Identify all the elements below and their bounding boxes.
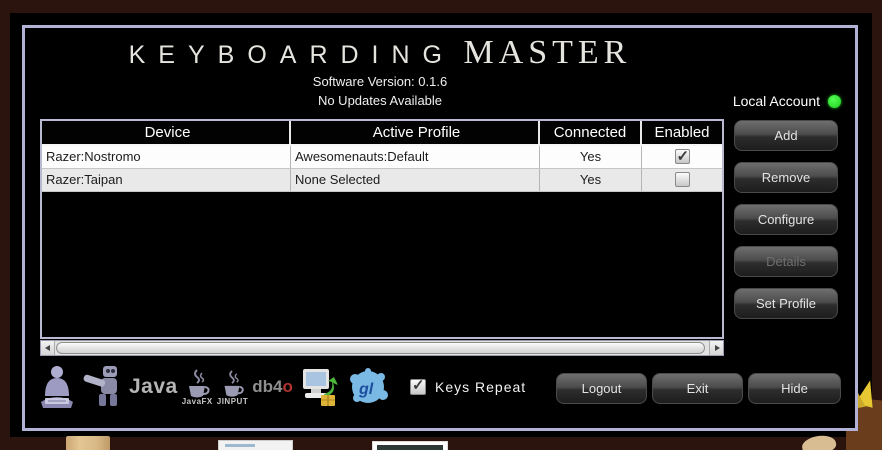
gl-logo-text: gl <box>358 381 374 398</box>
column-header-device[interactable]: Device <box>42 121 291 144</box>
enabled-checkbox-unchecked-icon[interactable] <box>674 172 690 187</box>
background-window-fragment[interactable] <box>372 441 448 450</box>
db4o-logo: db4o <box>252 377 293 397</box>
connected-cell: Yes <box>540 146 642 168</box>
scroll-right-arrow[interactable] <box>709 341 723 355</box>
column-header-active-profile[interactable]: Active Profile <box>291 121 540 144</box>
connected-cell: Yes <box>540 169 642 191</box>
app-title-word1: KEYBOARDING <box>128 41 455 69</box>
table-row[interactable]: Razer:Taipan None Selected Yes <box>42 169 722 192</box>
background-window-fragment[interactable] <box>218 440 293 450</box>
keys-repeat-checkbox-checked-icon[interactable] <box>410 376 426 395</box>
add-button[interactable]: Add <box>734 120 838 151</box>
table-row[interactable]: Razer:Nostromo Awesomenauts:Default Yes <box>42 146 722 169</box>
robot-mascot-icon <box>83 362 125 412</box>
remove-button[interactable]: Remove <box>734 162 838 193</box>
column-header-enabled[interactable]: Enabled <box>642 121 722 144</box>
updates-status-text: No Updates Available <box>317 93 443 108</box>
exit-button[interactable]: Exit <box>652 373 743 404</box>
set-profile-button[interactable]: Set Profile <box>734 288 838 319</box>
app-title-word2: MASTER <box>463 34 632 71</box>
app-title: KEYBOARDING MASTER <box>25 34 735 72</box>
device-table: Device Active Profile Connected Enabled … <box>40 119 724 339</box>
db4o-logo-text-red: o <box>282 377 293 396</box>
jinput-logo: JINPUT <box>217 368 248 406</box>
active-profile-cell: Awesomenauts:Default <box>291 146 540 168</box>
scrollbar-track[interactable] <box>55 341 709 355</box>
javafx-logo-text: JavaFX <box>181 397 213 406</box>
scroll-left-arrow[interactable] <box>41 341 55 355</box>
details-button[interactable]: Details <box>734 246 838 277</box>
software-version-text: Software Version: 0.1.6 <box>312 74 448 89</box>
logout-button[interactable]: Logout <box>556 373 647 404</box>
java-logo-text: Java <box>129 375 178 398</box>
keys-repeat-label: Keys Repeat <box>435 379 527 395</box>
enabled-cell <box>642 146 722 168</box>
active-profile-cell: None Selected <box>291 169 540 191</box>
account-status-label: Local Account <box>732 93 820 109</box>
table-horizontal-scrollbar <box>40 340 724 356</box>
javafx-logo: JavaFX <box>182 368 213 406</box>
window-fragment-content <box>225 444 255 447</box>
keys-repeat-control: Keys Repeat <box>410 376 527 395</box>
window-fragment-content <box>377 445 443 450</box>
keyboard-guru-icon <box>35 362 79 412</box>
install-computer-icon <box>297 363 343 411</box>
credits-logo-strip: Java JavaFX JINPUT db4o gl <box>33 360 391 414</box>
gl-splat-logo: gl <box>347 365 389 409</box>
configure-button[interactable]: Configure <box>734 204 838 235</box>
hide-button[interactable]: Hide <box>748 373 841 404</box>
keyboarding-master-window: KEYBOARDING MASTER Software Version: 0.1… <box>22 25 858 431</box>
table-header-row: Device Active Profile Connected Enabled <box>42 121 722 146</box>
db4o-logo-text-gray: db4 <box>252 377 283 396</box>
enabled-checkbox-checked-icon[interactable] <box>674 146 690 168</box>
online-status-icon <box>828 94 841 108</box>
account-status: Local Account <box>733 93 841 109</box>
enabled-cell <box>642 169 722 191</box>
device-cell: Razer:Taipan <box>42 169 291 191</box>
jinput-logo-text: JINPUT <box>216 397 249 406</box>
scrollbar-thumb[interactable] <box>56 342 705 354</box>
desktop-icon-box[interactable] <box>66 436 110 450</box>
java-logo: Java <box>129 375 178 399</box>
device-cell: Razer:Nostromo <box>42 146 291 168</box>
column-header-connected[interactable]: Connected <box>540 121 642 144</box>
